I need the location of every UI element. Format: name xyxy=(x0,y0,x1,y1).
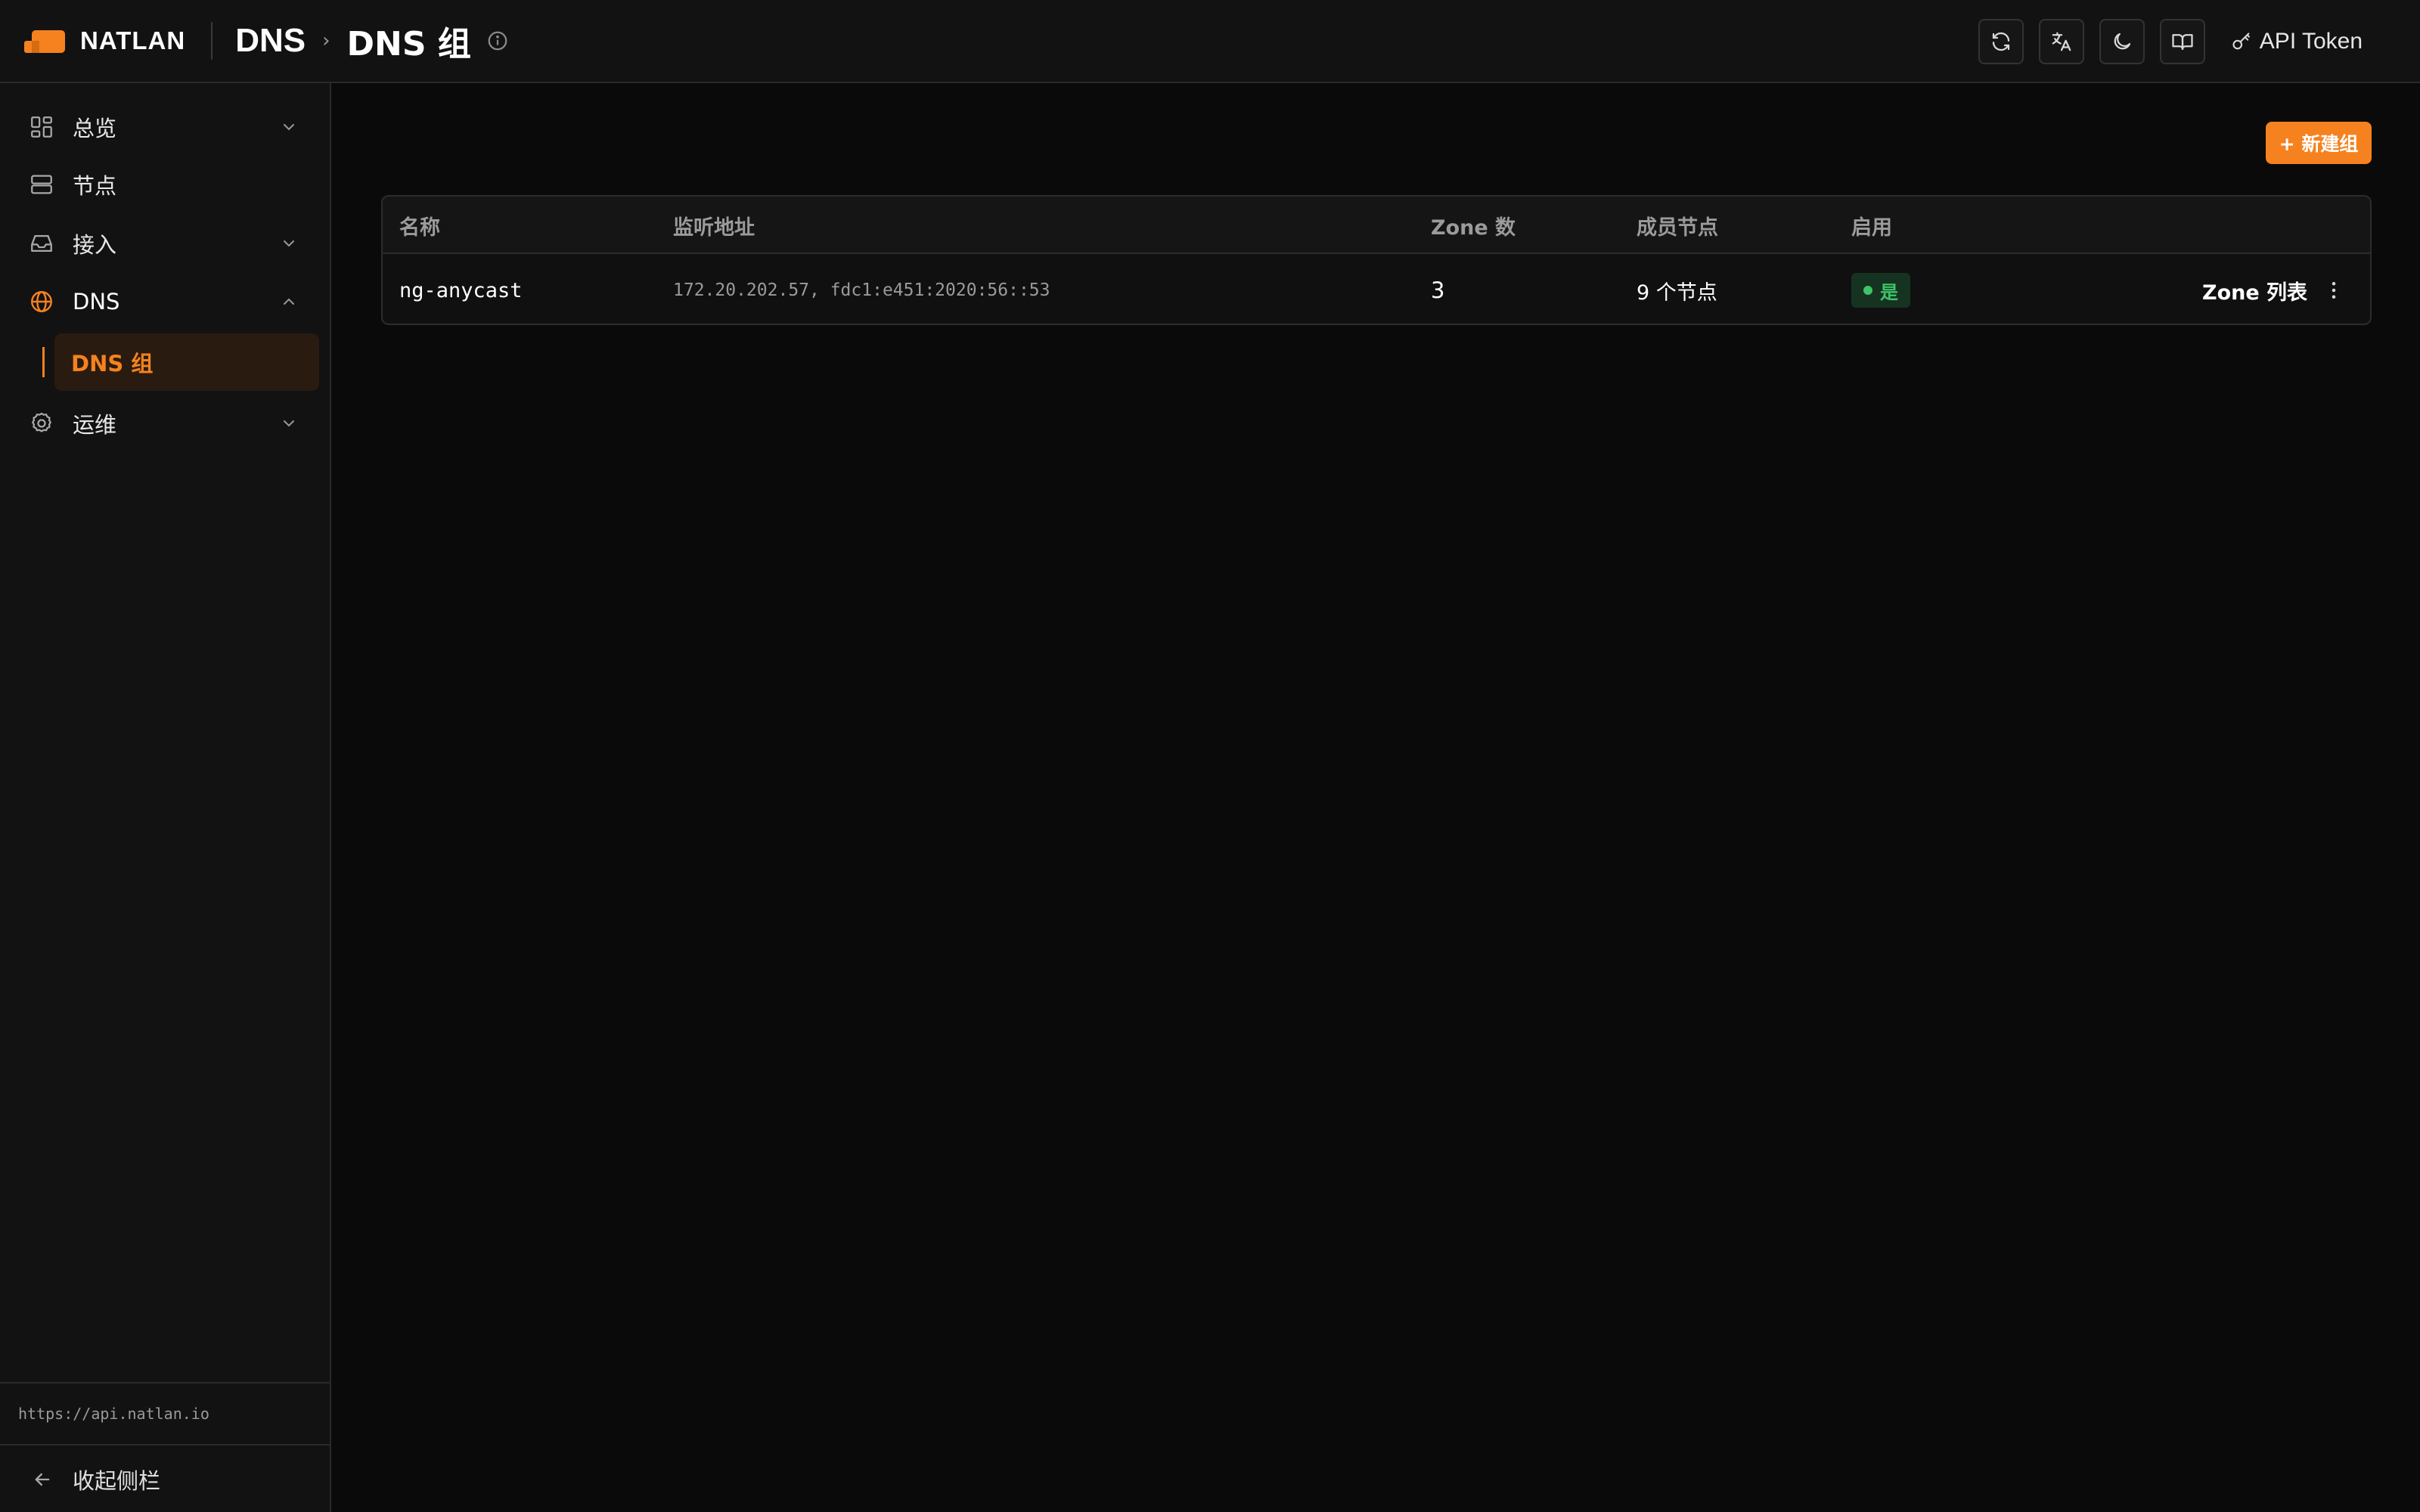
sidebar-item-label: 接入 xyxy=(73,232,117,258)
cell-zone-count: 3 xyxy=(1431,277,1445,303)
sidebar-subitem-label: DNS 组 xyxy=(71,351,154,376)
sidebar-subitem-dns-group[interactable]: DNS 组 xyxy=(54,333,319,391)
column-header-members[interactable]: 成员节点 xyxy=(1637,197,1718,254)
collapse-sidebar-label: 收起侧栏 xyxy=(73,1468,161,1494)
collapse-sidebar-button[interactable]: 收起侧栏 xyxy=(0,1447,330,1512)
header-divider xyxy=(211,22,213,60)
api-token-label: API Token xyxy=(2259,29,2363,54)
sidebar-item-label: 节点 xyxy=(73,173,117,199)
brand-name: NATLAN xyxy=(80,26,186,54)
dns-group-table: 名称 监听地址 Zone 数 成员节点 启用 ng-anycast 172.20… xyxy=(381,195,2372,325)
info-icon[interactable] xyxy=(486,29,509,52)
language-button[interactable] xyxy=(2038,19,2084,64)
docs-button[interactable] xyxy=(2159,19,2205,64)
sidebar-item-label: 运维 xyxy=(73,412,117,438)
cell-name: ng-anycast xyxy=(399,278,523,302)
table-header: 名称 监听地址 Zone 数 成员节点 启用 xyxy=(383,197,2370,254)
dashboard-icon xyxy=(31,116,52,138)
column-header-listen[interactable]: 监听地址 xyxy=(673,197,755,254)
natlan-logo-icon xyxy=(24,30,65,53)
sidebar-item-nodes[interactable]: 节点 xyxy=(0,156,330,213)
translate-icon xyxy=(2052,32,2071,51)
more-vertical-icon xyxy=(2332,282,2336,299)
top-header: NATLAN DNS › DNS 组 API Token xyxy=(0,0,2420,83)
chevron-down-icon xyxy=(284,240,294,247)
moon-icon xyxy=(2114,33,2130,50)
sidebar-item-label: DNS xyxy=(73,289,120,314)
subnav-indicator xyxy=(42,347,45,377)
status-badge-label: 是 xyxy=(1880,281,1898,303)
breadcrumb-separator: › xyxy=(322,29,330,52)
api-url: https://api.natlan.io xyxy=(0,1382,330,1445)
sidebar-item-dns[interactable]: DNS xyxy=(0,273,330,330)
sidebar-item-label: 总览 xyxy=(73,116,117,141)
cell-member-nodes: 9 个节点 xyxy=(1637,280,1717,305)
chevron-down-icon xyxy=(284,420,294,427)
status-dot-icon xyxy=(1863,286,1872,295)
gear-icon xyxy=(32,412,51,432)
column-header-name[interactable]: 名称 xyxy=(399,197,440,254)
column-header-enabled[interactable]: 启用 xyxy=(1851,197,1892,254)
sidebar-item-overview[interactable]: 总览 xyxy=(0,98,330,156)
page-title: DNS 组 xyxy=(346,25,471,64)
api-token-button[interactable]: API Token xyxy=(2231,29,2363,54)
zone-list-link[interactable]: Zone 列表 xyxy=(2202,256,2307,324)
cell-listen-address: 172.20.202.57, fdc1:e451:2020:56::53 xyxy=(673,280,1050,300)
table-row[interactable]: ng-anycast 172.20.202.57, fdc1:e451:2020… xyxy=(383,256,2370,324)
globe-icon xyxy=(31,291,52,312)
column-header-zones[interactable]: Zone 数 xyxy=(1431,197,1516,254)
header-actions: API Token xyxy=(1963,0,2420,83)
brand-logo[interactable]: NATLAN xyxy=(0,0,185,82)
breadcrumb-root[interactable]: DNS xyxy=(235,22,306,60)
key-icon xyxy=(2232,33,2250,50)
sidebar: 总览 节点 接入 DNS DNS 组 运维 https://api.natlan… xyxy=(0,83,331,1512)
chevron-down-icon xyxy=(284,124,294,131)
chevron-up-icon xyxy=(284,298,294,305)
sidebar-item-access[interactable]: 接入 xyxy=(0,215,330,272)
server-icon xyxy=(31,175,52,194)
inbox-icon xyxy=(31,234,52,253)
new-group-button[interactable]: + 新建组 xyxy=(2266,122,2372,164)
status-badge: 是 xyxy=(1851,273,1910,308)
arrow-left-icon xyxy=(35,1473,50,1486)
cell-row-actions xyxy=(2319,256,2349,324)
cell-enabled: 是 xyxy=(1851,256,1910,324)
theme-toggle-button[interactable] xyxy=(2099,19,2145,64)
book-icon xyxy=(2172,34,2193,51)
refresh-icon xyxy=(1992,32,2009,51)
refresh-button[interactable] xyxy=(1978,19,2024,64)
sidebar-item-ops[interactable]: 运维 xyxy=(0,395,330,452)
row-more-button[interactable] xyxy=(2319,275,2349,305)
